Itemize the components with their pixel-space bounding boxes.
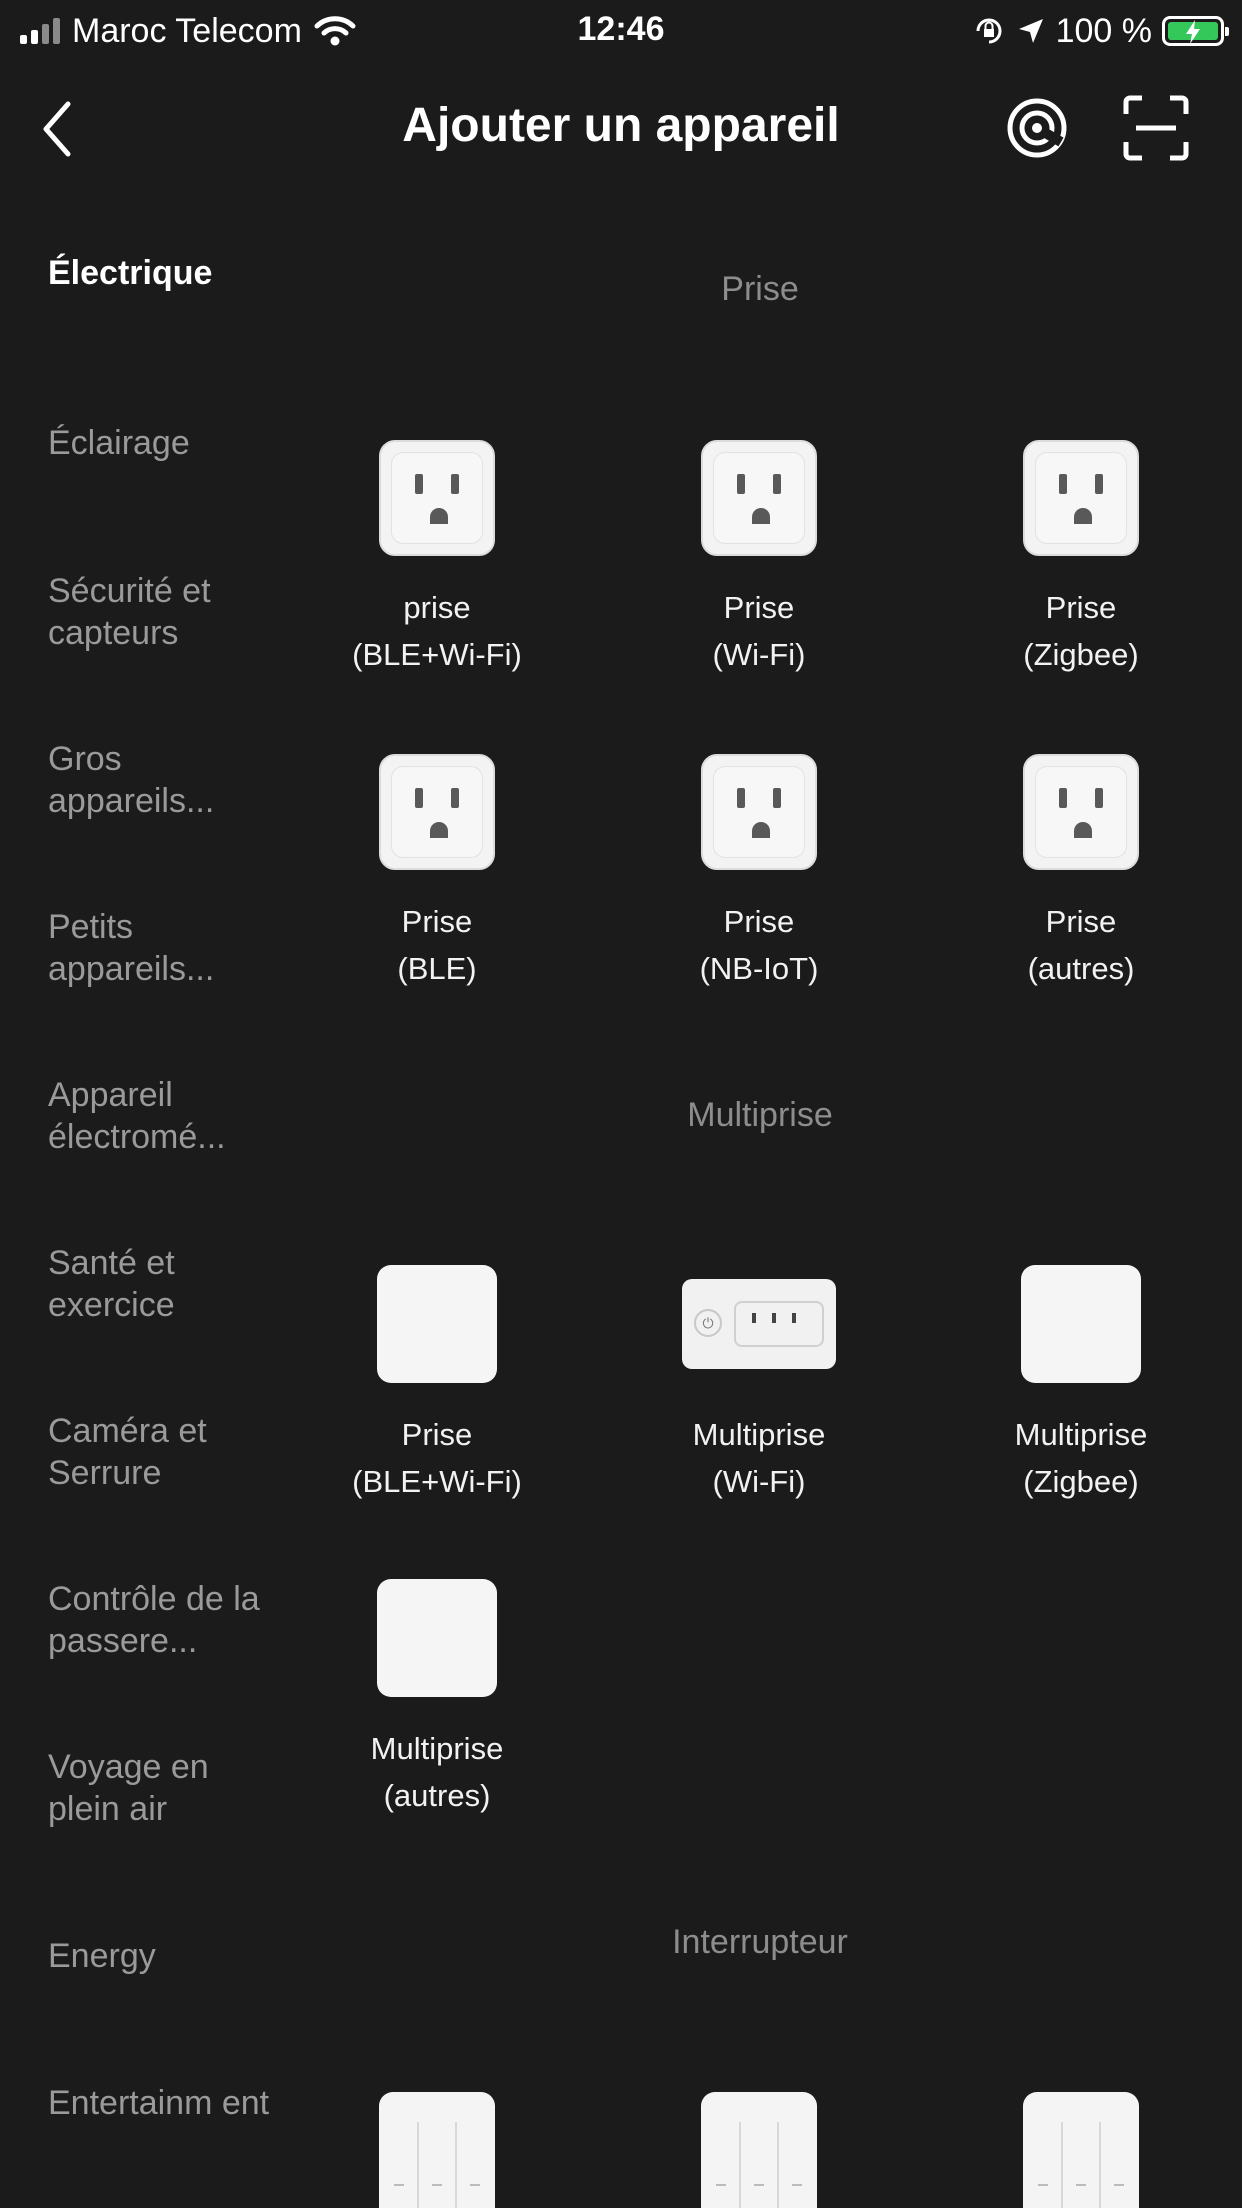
- device-interrupteur-1[interactable]: [287, 2092, 587, 2208]
- auto-scan-button[interactable]: [1003, 94, 1071, 162]
- outlet-icon: [379, 754, 495, 870]
- device-label-line1: Multiprise: [692, 1417, 826, 1452]
- location-arrow-icon: [1018, 19, 1043, 43]
- sidebar-item-petits-appareils[interactable]: Petits appareils...: [48, 906, 278, 990]
- outlet-icon: [1023, 754, 1139, 870]
- device-label-line2: (NB-IoT): [699, 951, 819, 986]
- device-interrupteur-3[interactable]: [931, 2092, 1231, 2208]
- sidebar-item-passerelle[interactable]: Contrôle de la passere...: [48, 1578, 278, 1662]
- device-prise-autres[interactable]: Prise (autres): [931, 754, 1231, 992]
- device-label-line1: Multiprise: [1014, 1417, 1148, 1452]
- device-label-line1: Prise: [401, 904, 473, 939]
- device-label-line1: Prise: [723, 904, 795, 939]
- device-label-line1: Multiprise: [370, 1731, 504, 1766]
- blank-device-icon: [377, 1265, 497, 1383]
- device-label-line1: Prise: [1045, 904, 1117, 939]
- battery-percent: 100 %: [1055, 11, 1152, 50]
- device-prise-zigbee[interactable]: Prise (Zigbee): [931, 440, 1231, 678]
- status-bar: Maroc Telecom 12:46 100 %: [0, 0, 1242, 62]
- outlet-icon: [701, 754, 817, 870]
- section-title-interrupteur: Interrupteur: [672, 1923, 848, 1961]
- device-prise-wifi[interactable]: Prise (Wi-Fi): [609, 440, 909, 678]
- sidebar-item-camera[interactable]: Caméra et Serrure: [48, 1410, 278, 1494]
- device-label-line2: (Wi-Fi): [712, 637, 806, 672]
- sidebar-item-electromenager[interactable]: Appareil électromé...: [48, 1074, 278, 1158]
- orientation-lock-icon: [976, 18, 1002, 44]
- sidebar-item-energy[interactable]: Energy: [48, 1935, 278, 1977]
- device-interrupteur-2[interactable]: [609, 2092, 909, 2208]
- device-label-line2: (Wi-Fi): [712, 1464, 806, 1499]
- device-label-line2: (BLE+Wi-Fi): [352, 1464, 522, 1499]
- device-label-line1: Prise: [401, 1417, 473, 1452]
- device-prise-nb-iot[interactable]: Prise (NB-IoT): [609, 754, 909, 992]
- radar-scan-icon: [1007, 98, 1067, 158]
- device-label-line2: (BLE): [397, 951, 477, 986]
- wall-switch-icon: [1023, 2092, 1139, 2208]
- device-label-line1: Prise: [723, 590, 795, 625]
- qr-scan-icon: [1123, 95, 1189, 161]
- wall-switch-icon: [379, 2092, 495, 2208]
- sidebar-item-electrique[interactable]: Électrique: [48, 252, 278, 294]
- device-multiprise-zigbee[interactable]: Multiprise (Zigbee): [931, 1265, 1231, 1505]
- outlet-icon: [1023, 440, 1139, 556]
- power-strip-icon: ⏻: [682, 1279, 836, 1369]
- device-multiprise-ble-wifi[interactable]: Prise (BLE+Wi-Fi): [287, 1265, 587, 1505]
- battery-charging-icon: [1162, 16, 1229, 46]
- device-prise-ble[interactable]: Prise (BLE): [287, 754, 587, 992]
- device-label-line2: (Zigbee): [1023, 1464, 1139, 1499]
- blank-device-icon: [377, 1579, 497, 1697]
- outlet-icon: [379, 440, 495, 556]
- qr-scan-button[interactable]: [1122, 94, 1190, 162]
- device-label-line2: (autres): [1027, 951, 1135, 986]
- device-multiprise-wifi[interactable]: ⏻ Multiprise (Wi-Fi): [609, 1265, 909, 1505]
- section-title-multiprise: Multiprise: [687, 1096, 833, 1134]
- navigation-bar: Ajouter un appareil: [0, 70, 1242, 185]
- wall-switch-icon: [701, 2092, 817, 2208]
- device-label-line2: (BLE+Wi-Fi): [352, 637, 522, 672]
- sidebar-item-entertainment[interactable]: Entertainm ent: [48, 2082, 278, 2124]
- device-label-line2: (autres): [383, 1778, 491, 1813]
- device-multiprise-autres[interactable]: Multiprise (autres): [287, 1579, 587, 1819]
- sidebar-item-securite[interactable]: Sécurité et capteurs: [48, 570, 278, 654]
- device-label-line1: Prise: [1045, 590, 1117, 625]
- sidebar-item-voyage[interactable]: Voyage en plein air: [48, 1746, 278, 1830]
- sidebar-item-eclairage[interactable]: Éclairage: [48, 422, 278, 464]
- sidebar-item-gros-appareils[interactable]: Gros appareils...: [48, 738, 278, 822]
- device-label-line2: (Zigbee): [1023, 637, 1139, 672]
- device-prise-ble-wifi[interactable]: prise (BLE+Wi-Fi): [287, 440, 587, 678]
- outlet-icon: [701, 440, 817, 556]
- section-title-prise: Prise: [721, 270, 799, 308]
- sidebar-item-sante[interactable]: Santé et exercice: [48, 1242, 278, 1326]
- device-label-line1: prise: [403, 590, 471, 625]
- blank-device-icon: [1021, 1265, 1141, 1383]
